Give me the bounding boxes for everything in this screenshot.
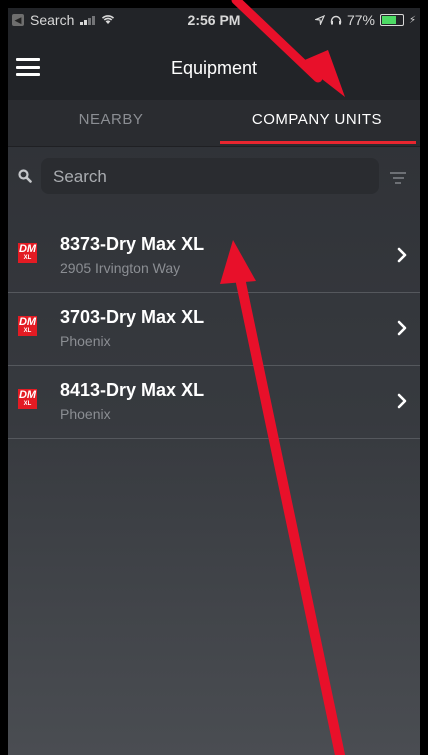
list-item[interactable]: DM XL 8413-Dry Max XL Phoenix — [8, 366, 420, 439]
tab-company-units[interactable]: COMPANY UNITS — [214, 100, 420, 146]
search-field[interactable] — [41, 158, 379, 196]
tab-bar: NEARBY COMPANY UNITS — [8, 100, 420, 147]
list-item[interactable]: DM XL 3703-Dry Max XL Phoenix — [8, 293, 420, 366]
location-icon — [313, 12, 326, 28]
dry-max-logo-icon: DM XL — [18, 316, 37, 336]
unit-location: Phoenix — [60, 333, 111, 349]
unit-location: Phoenix — [60, 406, 111, 422]
status-right: 77% ⚡ — [313, 12, 416, 28]
chevron-right-icon — [396, 246, 408, 264]
battery-icon — [379, 14, 404, 26]
list-item[interactable]: DM XL 8373-Dry Max XL 2905 Irvington Way — [8, 220, 420, 293]
dry-max-logo-icon: DM XL — [18, 389, 37, 409]
active-tab-indicator — [220, 141, 416, 144]
filter-icon[interactable] — [390, 172, 406, 184]
tab-nearby[interactable]: NEARBY — [8, 100, 214, 146]
search-row — [8, 158, 420, 198]
status-bar: ◀ Search 2:56 PM 77% ⚡ — [8, 8, 420, 32]
search-input[interactable] — [51, 158, 375, 196]
battery-percent: 77% — [346, 12, 375, 28]
unit-title: 8413-Dry Max XL — [60, 380, 205, 400]
chevron-right-icon — [396, 319, 408, 337]
app-screen: ◀ Search 2:56 PM 77% ⚡ Equipment NEARBY … — [8, 8, 420, 755]
unit-title: 8373-Dry Max XL — [60, 234, 205, 254]
unit-location: 2905 Irvington Way — [60, 260, 181, 276]
chevron-right-icon — [396, 392, 408, 410]
search-icon — [18, 169, 34, 185]
dry-max-logo-icon: DM XL — [18, 243, 37, 263]
unit-title: 3703-Dry Max XL — [60, 307, 205, 327]
equipment-list: DM XL 8373-Dry Max XL 2905 Irvington Way … — [8, 220, 420, 439]
headphones-icon — [330, 12, 342, 28]
navigation-bar: Equipment — [8, 32, 420, 100]
charging-icon: ⚡ — [408, 14, 416, 26]
page-title: Equipment — [170, 58, 258, 78]
